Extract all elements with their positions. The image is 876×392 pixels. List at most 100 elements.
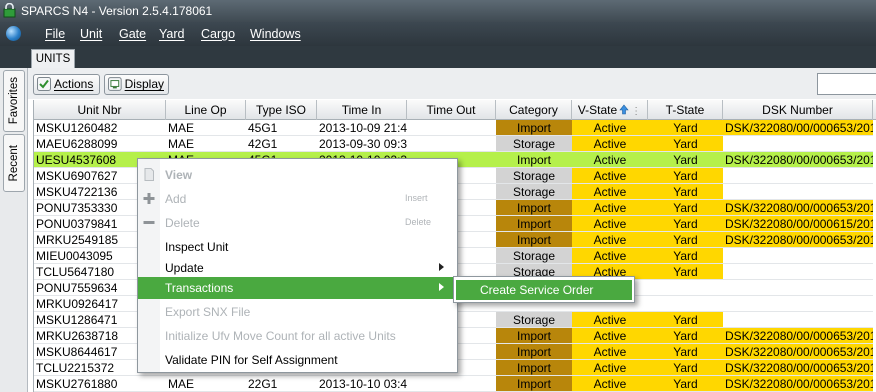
search-input[interactable] [817,73,876,95]
table-row[interactable]: MSKU1260482 MAE 45G1 2013-10-09 21:46 Import… [34,120,876,136]
col-header-unit-nbr[interactable]: Unit Nbr [34,100,166,120]
globe-icon[interactable] [6,26,21,41]
menu-cargo[interactable]: Cargo [201,27,235,41]
cell-v-state: Active [572,216,648,232]
cell-type-iso: 22G1 [246,376,317,392]
cell-v-state: Active [572,248,648,264]
cell-t-state: Yard [648,264,723,280]
cell-t-state: Yard [648,312,723,328]
cell-category: Import [496,328,572,344]
cell-v-state: Active [572,376,648,392]
cell-category: Import [496,216,572,232]
create-service-order-item[interactable]: Create Service Order [456,280,632,300]
cell-dsk-number [723,280,873,296]
menu-item-add-label: Add [165,192,187,206]
display-button[interactable]: Display [104,74,169,95]
context-menu: View Add Insert Delete Delete Inspect Un… [137,158,458,373]
display-icon [108,77,122,91]
cell-t-state [648,296,723,312]
cell-category: Storage [496,136,572,152]
cell-dsk-number [723,248,873,264]
recent-tab[interactable]: Recent [3,134,25,192]
menu-item-view-label: View [165,168,193,182]
menu-windows[interactable]: Windows [250,27,301,41]
cell-category: Import [496,152,572,168]
cell-t-state: Yard [648,168,723,184]
cell-category: Storage [496,168,572,184]
cell-type-iso: 45G1 [246,120,317,136]
document-icon [144,168,154,181]
table-row[interactable]: MSKU2761880 MAE 22G1 2013-10-10 03:46 Import… [34,376,876,392]
grid-header: Unit Nbr Line Op Type ISO Time In Time O… [34,100,876,120]
toolbar: Actions Display [28,68,876,99]
cell-category: Import [496,120,572,136]
actions-label: Actions [54,77,94,91]
cell-t-state: Yard [648,200,723,216]
cell-dsk-number: DSK/322080/00/000653/2013 [723,120,873,136]
col-header-time-out[interactable]: Time Out [407,100,496,120]
menu-yard[interactable]: Yard [159,27,184,41]
cell-t-state [648,280,723,296]
cell-dsk-number: DSK/322080/00/000653/2013 [723,376,873,392]
menu-item-view[interactable]: View [138,164,457,186]
menu-gate[interactable]: Gate [119,27,146,41]
menu-item-export-snx[interactable]: Export SNX File [138,301,457,323]
menu-item-transactions[interactable]: Transactions [138,277,457,299]
menu-item-validate-pin[interactable]: Validate PIN for Self Assignment [138,349,457,371]
cell-dsk-number: DSK/322080/00/000653/2013 [723,344,873,360]
actions-button[interactable]: Actions [33,74,100,95]
menu-item-inspect-unit-label: Inspect Unit [165,240,229,254]
app-icon [3,3,16,18]
cell-dsk-number [723,296,873,312]
cell-t-state: Yard [648,232,723,248]
tab-units[interactable]: UNITS [31,49,75,68]
display-label: Display [124,77,164,91]
cell-time-in: 2013-10-09 21:46 [317,121,407,136]
col-header-t-state[interactable]: T-State [648,100,723,120]
cell-dsk-number [723,168,873,184]
cell-time-out [407,136,496,152]
menu-item-add-shortcut: Insert [405,193,428,203]
menu-item-add[interactable]: Add Insert [138,188,457,210]
menu-item-validate-pin-label: Validate PIN for Self Assignment [165,353,338,367]
menu-item-update-label: Update [165,261,204,275]
cell-line-op: MAE [166,136,246,152]
menu-item-initialize-ufv[interactable]: Initialize Ufv Move Count for all active… [138,325,457,347]
col-header-category[interactable]: Category [496,100,572,120]
cell-line-op: MAE [166,120,246,136]
cell-t-state: Yard [648,328,723,344]
cell-v-state: Active [572,200,648,216]
cell-v-state: Active [572,232,648,248]
menu-item-update[interactable]: Update [138,257,457,279]
menu-item-inspect-unit[interactable]: Inspect Unit [138,236,457,258]
col-header-v-state[interactable]: V-State ⋮ [572,100,648,120]
table-row[interactable]: MAEU6288099 MAE 42G1 2013-09-30 09:39 Storag… [34,136,876,152]
cell-t-state: Yard [648,184,723,200]
col-header-time-in[interactable]: Time In [317,100,407,120]
cell-v-state: Active [572,152,648,168]
cell-t-state: Yard [648,360,723,376]
cell-t-state: Yard [648,216,723,232]
menu-bar: File Unit Gate Yard Cargo Windows [0,22,876,46]
favorites-tab[interactable]: Favorites [3,70,25,132]
col-header-type-iso[interactable]: Type ISO [246,100,317,120]
col-header-v-state-label: V-State [577,103,618,117]
submenu-arrow-icon [439,263,444,271]
menu-item-delete[interactable]: Delete Delete [138,212,457,234]
cell-t-state: Yard [648,120,723,136]
cell-dsk-number: DSK/322080/00/000653/2013 [723,232,873,248]
cell-v-state: Active [572,344,648,360]
col-header-line-op[interactable]: Line Op [166,100,246,120]
cell-dsk-number: DSK/322080/00/000653/2013 [723,152,873,168]
col-header-dsk-number[interactable]: DSK Number [723,100,873,120]
cell-t-state: Yard [648,344,723,360]
cell-v-state: Active [572,360,648,376]
cell-v-state: Active [572,184,648,200]
cell-t-state: Yard [648,152,723,168]
menu-item-delete-label: Delete [165,216,200,230]
menu-file[interactable]: File [45,27,65,41]
cell-dsk-number: DSK/322080/00/000615/2013 [723,216,873,232]
tab-strip: UNITS [0,46,876,68]
cell-dsk-number [723,184,873,200]
menu-unit[interactable]: Unit [80,27,102,41]
